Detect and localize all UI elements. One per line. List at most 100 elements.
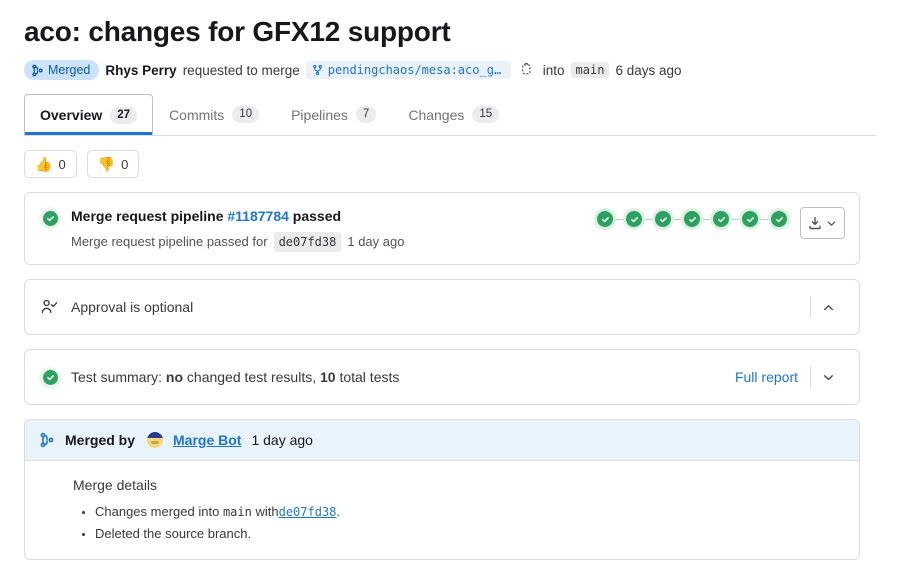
test-summary-actions: Full report (723, 362, 845, 392)
approval-row: Approval is optional (25, 280, 859, 334)
target-branch-chip[interactable]: main (570, 62, 610, 78)
merge-request-tabs: Overview 27 Commits 10 Pipelines 7 Chang… (24, 94, 876, 136)
merged-by-card: Merged by Marge Bot 1 day ago Merge deta… (24, 419, 860, 560)
approval-actions (810, 292, 845, 322)
merge-icon (39, 432, 55, 448)
merged-by-header: Merged by Marge Bot 1 day ago (25, 420, 859, 461)
copy-branch-icon[interactable] (517, 60, 537, 80)
pipeline-stage-icon[interactable] (739, 208, 761, 230)
detail-text-before: Changes merged into (95, 504, 220, 519)
test-changed-count: no (165, 369, 184, 385)
full-report-link[interactable]: Full report (723, 369, 810, 385)
pipeline-stage-icon[interactable] (652, 208, 674, 230)
stage-separator (674, 218, 681, 220)
page-title: aco: changes for GFX12 support (24, 16, 451, 47)
approval-label: Approval is optional (71, 299, 194, 315)
pipeline-stages (594, 208, 790, 230)
test-changed-text: changed test results, (186, 369, 317, 385)
stage-separator (732, 218, 739, 220)
thumbs-up-icon: 👍 (35, 156, 53, 172)
list-item: Changes merged into main withde07fd38. (95, 501, 845, 523)
pipeline-row: Merge request pipeline #1187784 passed M… (25, 193, 859, 264)
status-badge-label: Merged (48, 63, 91, 77)
stage-separator (703, 218, 710, 220)
merged-by-label: Merged by (65, 432, 136, 448)
tab-overview-label: Overview (40, 107, 103, 123)
merge-request-page: aco: changes for GFX12 support Merged Rh… (0, 14, 900, 561)
stage-separator (761, 218, 768, 220)
detail-text-after: . (336, 504, 341, 519)
approval-collapse-button[interactable] (811, 292, 845, 322)
thumbs-down-button[interactable]: 👎 0 (86, 150, 140, 178)
award-emoji-bar: 👍 0 👎 0 (24, 150, 876, 178)
pipeline-id-link[interactable]: #1187784 (227, 208, 289, 224)
detail-text-middle: with (255, 504, 279, 519)
action-text: requested to merge (182, 62, 300, 78)
detail-commit-link[interactable]: de07fd38 (279, 505, 337, 519)
pipeline-sub-prefix: Merge request pipeline passed for (71, 234, 268, 249)
tab-commits[interactable]: Commits 10 (153, 94, 275, 135)
pipeline-widget: Merge request pipeline #1187784 passed M… (24, 192, 860, 265)
pipeline-success-icon (39, 207, 61, 229)
tab-changes[interactable]: Changes 15 (392, 94, 515, 135)
merged-by-time: 1 day ago (251, 432, 313, 448)
download-icon (807, 215, 823, 231)
pipeline-text-block: Merge request pipeline #1187784 passed M… (71, 206, 594, 252)
test-summary-label: Test summary: no changed test results, 1… (71, 369, 723, 385)
into-text: into (542, 62, 565, 78)
pipeline-stage-icon[interactable] (681, 208, 703, 230)
stage-separator (616, 218, 623, 220)
tab-changes-count: 15 (472, 106, 500, 123)
test-success-icon (39, 366, 61, 389)
approval-check-icon (39, 298, 59, 316)
tab-changes-label: Changes (408, 106, 465, 123)
tab-pipelines-label: Pipelines (291, 106, 348, 123)
tab-commits-label: Commits (169, 106, 225, 123)
test-summary-widget: Test summary: no changed test results, 1… (24, 349, 860, 405)
source-branch-chip[interactable]: pendingchaos/mesa:aco_gf… (305, 61, 511, 79)
chevron-down-icon (825, 217, 838, 230)
source-branch-name: pendingchaos/mesa:aco_gf… (327, 63, 505, 77)
merge-details-body: Merge details Changes merged into main w… (25, 461, 859, 559)
merged-by-user-link[interactable]: Marge Bot (173, 432, 241, 448)
pipeline-stage-icon[interactable] (594, 208, 616, 230)
pipeline-title-prefix: Merge request pipeline (71, 208, 224, 224)
test-total-count: 10 (319, 369, 336, 385)
thumbs-up-button[interactable]: 👍 0 (24, 150, 77, 178)
pipeline-stage-icon[interactable] (710, 208, 732, 230)
test-summary-prefix: Test summary: (71, 369, 163, 385)
stage-separator (645, 218, 652, 220)
pipeline-commit-sha[interactable]: de07fd38 (273, 232, 342, 252)
detail-branch: main (222, 505, 252, 519)
tab-pipelines[interactable]: Pipelines 7 (275, 94, 392, 135)
tab-overview[interactable]: Overview 27 (24, 94, 154, 135)
avatar (147, 432, 164, 448)
merge-details-title: Merge details (73, 477, 158, 493)
status-badge: Merged (24, 60, 100, 80)
tab-commits-count: 10 (232, 106, 260, 123)
pipeline-sub-time: 1 day ago (347, 234, 405, 249)
detail-text-before: Deleted the source branch. (95, 526, 252, 541)
approval-widget: Approval is optional (24, 279, 860, 335)
merge-details-list: Changes merged into main withde07fd38. D… (73, 501, 845, 545)
test-total-text: total tests (339, 369, 400, 385)
branch-fork-icon (312, 64, 323, 76)
pipeline-title-suffix: passed (292, 208, 342, 224)
merge-badge-icon (31, 64, 44, 77)
test-summary-row: Test summary: no changed test results, 1… (25, 350, 859, 404)
download-artifacts-button[interactable] (800, 207, 845, 239)
tab-pipelines-count: 7 (355, 106, 377, 123)
created-time: 6 days ago (615, 62, 682, 78)
thumbs-down-count: 0 (121, 156, 129, 172)
list-item: Deleted the source branch. (95, 523, 845, 545)
author-name: Rhys Perry (105, 62, 177, 78)
test-summary-expand-button[interactable] (811, 362, 845, 392)
tab-overview-count: 27 (110, 106, 138, 124)
merge-request-meta: Merged Rhys Perry requested to merge pen… (24, 60, 876, 80)
pipeline-stage-icon[interactable] (623, 208, 645, 230)
pipeline-stage-icon[interactable] (768, 208, 790, 230)
pipeline-subtitle: Merge request pipeline passed for de07fd… (71, 232, 594, 252)
pipeline-title: Merge request pipeline #1187784 passed (71, 206, 594, 226)
thumbs-down-icon: 👎 (97, 156, 116, 172)
thumbs-up-count: 0 (58, 156, 66, 172)
